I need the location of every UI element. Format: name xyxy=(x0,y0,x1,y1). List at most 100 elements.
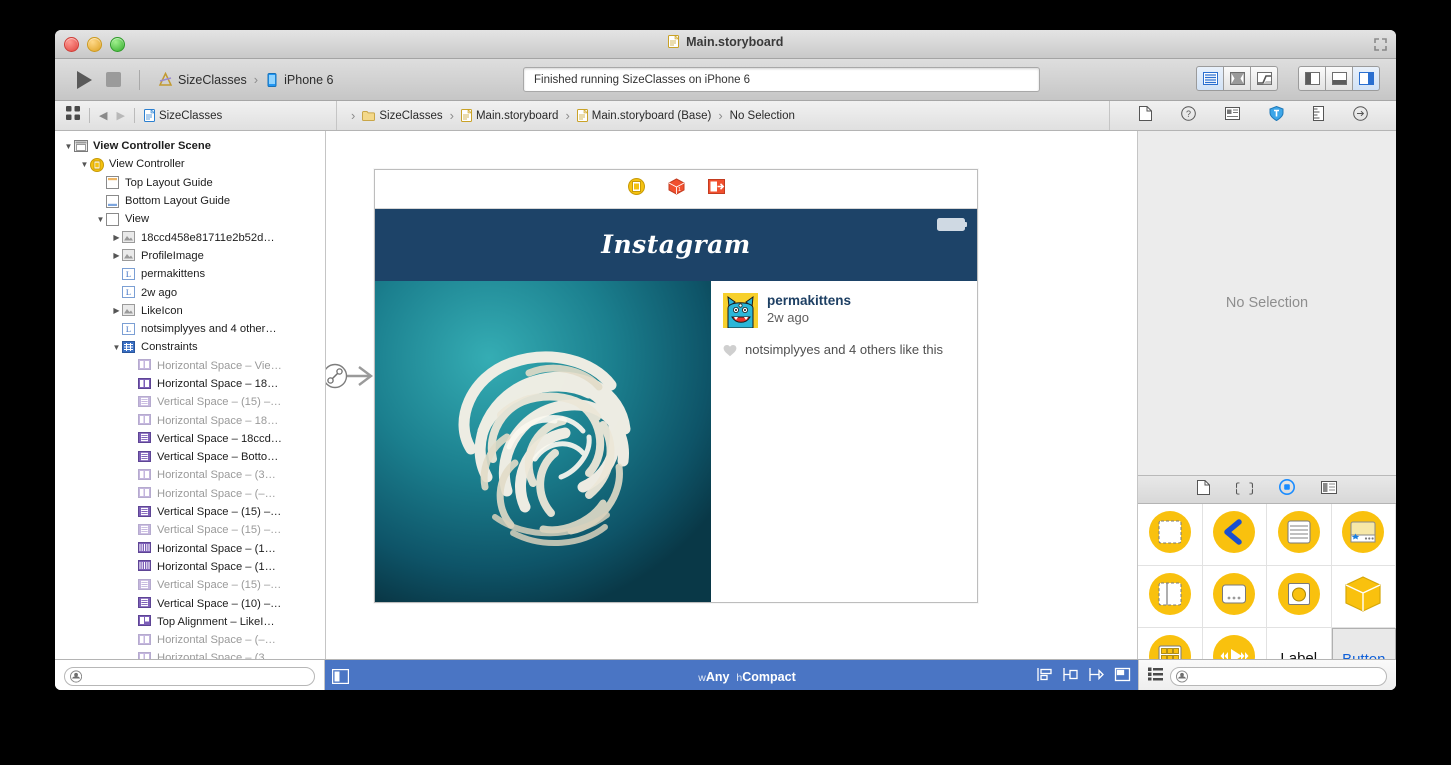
outline-row[interactable]: Vertical Space – Botto… xyxy=(55,448,325,466)
outline-row[interactable]: ▼View xyxy=(55,210,325,228)
outline-row[interactable]: ▶LikeIcon xyxy=(55,302,325,320)
quick-help-icon[interactable]: ? xyxy=(1181,106,1196,126)
connections-inspector-icon[interactable] xyxy=(1353,106,1368,126)
outline-row[interactable]: ▼Constraints xyxy=(55,338,325,356)
file-inspector-icon[interactable] xyxy=(1139,106,1152,126)
disclosure-closed-icon[interactable]: ▶ xyxy=(111,233,122,242)
outline-row[interactable]: Top Alignment – LikeI… xyxy=(55,613,325,631)
library-item[interactable] xyxy=(1138,566,1203,628)
exit-dock-icon[interactable] xyxy=(708,178,725,200)
library-filter-field[interactable] xyxy=(1170,667,1387,686)
library-item[interactable] xyxy=(1203,628,1268,659)
breadcrumb-label: No Selection xyxy=(730,110,795,122)
view-controller-scene-preview[interactable]: 1 Instagram xyxy=(374,169,978,603)
breadcrumb-item-3[interactable]: Main.storyboard (Base) xyxy=(577,109,712,122)
library-item[interactable]: Button xyxy=(1332,628,1397,659)
list-view-icon[interactable] xyxy=(1148,667,1163,686)
align-constraints-icon[interactable] xyxy=(1036,667,1053,687)
forward-arrow-icon[interactable]: ▶ xyxy=(116,109,124,122)
outline-row[interactable]: ▶ProfileImage xyxy=(55,247,325,265)
disclosure-open-icon[interactable]: ▼ xyxy=(79,160,90,169)
outline-row[interactable]: ▶18ccd458e81711e2b52d… xyxy=(55,228,325,246)
view-controller-dock-icon[interactable] xyxy=(628,178,645,200)
library-item[interactable] xyxy=(1138,628,1203,659)
resizing-behavior-icon[interactable] xyxy=(1114,667,1131,687)
attributes-inspector-icon[interactable] xyxy=(1269,106,1284,126)
outline-row[interactable]: Horizontal Space – (–… xyxy=(55,631,325,649)
outline-row[interactable]: ▼View Controller xyxy=(55,155,325,173)
first-responder-dock-icon[interactable]: 1 xyxy=(668,178,685,200)
outline-row[interactable]: Horizontal Space – 18… xyxy=(55,375,325,393)
outline-row[interactable]: Horizontal Space – (–… xyxy=(55,485,325,503)
interface-builder-canvas[interactable]: 1 Instagram xyxy=(326,131,1137,659)
hide-debug-area-icon[interactable] xyxy=(1326,66,1353,91)
object-library-icon[interactable] xyxy=(1279,479,1295,500)
disclosure-closed-icon[interactable]: ▶ xyxy=(111,306,122,315)
outline-row[interactable]: L2w ago xyxy=(55,283,325,301)
file-template-library-icon[interactable] xyxy=(1197,480,1210,500)
size-class-status-bar[interactable]: wAny hCompact xyxy=(356,660,1138,690)
library-item[interactable] xyxy=(1267,504,1332,566)
disclosure-open-icon[interactable]: ▼ xyxy=(95,215,106,224)
breadcrumb-item-1[interactable]: SizeClasses xyxy=(362,110,442,122)
outline-row[interactable]: Horizontal Space – (1… xyxy=(55,540,325,558)
outline-row[interactable]: Vertical Space – (15) –… xyxy=(55,576,325,594)
standard-editor-icon[interactable] xyxy=(1196,66,1224,91)
stop-icon[interactable] xyxy=(106,72,121,87)
back-arrow-icon[interactable]: ◀ xyxy=(99,109,107,122)
size-inspector-icon[interactable] xyxy=(1313,106,1324,126)
outline-row[interactable]: ▼View Controller Scene xyxy=(55,137,325,155)
outline-row[interactable]: Vertical Space – (15) –… xyxy=(55,503,325,521)
breadcrumb-item-2[interactable]: Main.storyboard xyxy=(461,109,558,122)
outline-row[interactable]: Lnotsimplyyes and 4 other… xyxy=(55,320,325,338)
outline-row[interactable]: Horizontal Space – (1… xyxy=(55,558,325,576)
pin-constraints-icon[interactable] xyxy=(1062,667,1079,687)
document-outline-navigator[interactable]: ▼View Controller Scene▼View ControllerTo… xyxy=(55,131,326,659)
size-class-button[interactable] xyxy=(325,660,356,690)
breadcrumb-item-0[interactable]: SizeClasses xyxy=(144,109,222,122)
disclosure-closed-icon[interactable]: ▶ xyxy=(111,251,122,260)
outline-row[interactable]: Vertical Space – 18ccd… xyxy=(55,430,325,448)
library-item[interactable] xyxy=(1203,566,1268,628)
library-item[interactable] xyxy=(1332,566,1397,628)
scheme-selector[interactable]: SizeClasses › iPhone 6 xyxy=(158,72,333,87)
svg-text:{ }: { } xyxy=(1236,481,1253,495)
outline-row[interactable]: Horizontal Space – Vie… xyxy=(55,357,325,375)
outline-row[interactable]: Vertical Space – (15) –… xyxy=(55,521,325,539)
navigator-filter-field[interactable] xyxy=(64,667,315,686)
outline-row[interactable]: Lpermakittens xyxy=(55,265,325,283)
version-editor-icon[interactable] xyxy=(1251,66,1278,91)
library-item[interactable] xyxy=(1203,504,1268,566)
library-item[interactable] xyxy=(1267,566,1332,628)
outline-row[interactable]: Bottom Layout Guide xyxy=(55,192,325,210)
resolve-issues-icon[interactable] xyxy=(1088,667,1105,687)
library-item[interactable]: Label xyxy=(1267,628,1332,659)
disclosure-open-icon[interactable]: ▼ xyxy=(63,142,74,151)
storyboard-entry-point-icon xyxy=(326,359,375,393)
outline-row[interactable]: Vertical Space – (15) –… xyxy=(55,393,325,411)
navigator-filter-input[interactable] xyxy=(82,670,314,684)
run-icon[interactable] xyxy=(77,71,92,89)
assistant-editor-icon[interactable] xyxy=(1224,66,1251,91)
outline-row[interactable]: Top Layout Guide xyxy=(55,174,325,192)
outline-row[interactable]: Vertical Space – (10) –… xyxy=(55,594,325,612)
media-library-icon[interactable] xyxy=(1321,481,1337,499)
disclosure-open-icon[interactable]: ▼ xyxy=(111,343,122,352)
breadcrumb-item-4[interactable]: No Selection xyxy=(730,110,795,122)
fullscreen-button[interactable] xyxy=(1374,38,1387,51)
object-library-grid[interactable]: LabelButton xyxy=(1138,504,1396,659)
hspace-icon xyxy=(138,414,153,427)
size-class-height-prefix: h xyxy=(736,672,742,684)
hide-navigator-icon[interactable] xyxy=(1298,66,1326,91)
library-filter-input[interactable] xyxy=(1188,670,1386,684)
code-snippet-library-icon[interactable]: { } xyxy=(1236,480,1253,500)
outline-row[interactable]: Horizontal Space – (3… xyxy=(55,649,325,659)
library-item[interactable] xyxy=(1332,504,1397,566)
identity-inspector-icon[interactable] xyxy=(1225,107,1240,125)
grid-icon[interactable] xyxy=(66,106,80,125)
library-item[interactable] xyxy=(1138,504,1203,566)
outline-row[interactable]: Horizontal Space – 18… xyxy=(55,411,325,429)
editor-footer: wAny hCompact xyxy=(55,659,1396,690)
hide-utilities-icon[interactable] xyxy=(1353,66,1380,91)
outline-row[interactable]: Horizontal Space – (3… xyxy=(55,466,325,484)
